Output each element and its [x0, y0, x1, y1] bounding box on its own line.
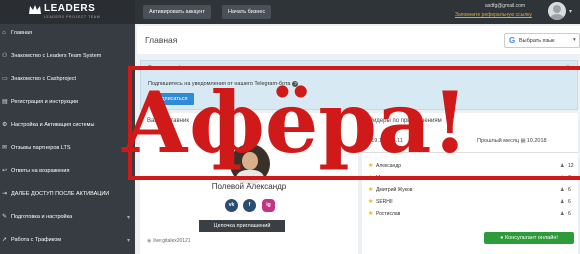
invitation-chain-button[interactable]: Цепочка приглашений — [199, 220, 285, 232]
activate-account-button[interactable]: Активировать аккаунт — [143, 5, 211, 19]
logo-crown-icon — [29, 5, 41, 14]
google-icon: G — [509, 36, 516, 45]
sidebar-item-label: Работа с Трафиком — [11, 237, 62, 243]
sidebar-item-label: Знакомство с Leaders Team System — [11, 53, 102, 59]
top-bar: LEADERS LEADERS PROJECT TEAM Активироват… — [0, 0, 580, 24]
chevron-down-icon: ▾ — [127, 215, 131, 221]
leader-count: 6 — [568, 187, 571, 193]
lock-icon: ⇥ — [2, 191, 8, 197]
star-icon: ★ — [368, 211, 374, 217]
leader-row: ★ Дмитрий Жуков ♟ 6 — [362, 185, 578, 196]
sidebar-item-locked-access[interactable]: ⇥ ДАЛЕЕ ДОСТУП ПОСЛЕ АКТИВАЦИИ — [0, 185, 135, 205]
user-email: asdfg@gmail.com — [485, 3, 526, 9]
mentor-name: Полевой Александр — [211, 182, 287, 191]
star-icon: ★ — [368, 199, 374, 205]
sidebar-item-lts[interactable]: ⚇ Знакомство с Leaders Team System — [0, 47, 135, 67]
chevron-down-icon: ▾ — [573, 37, 576, 43]
online-consultant-button[interactable]: ● Консультант онлайн! — [484, 232, 574, 244]
start-business-button[interactable]: Начать бизнес — [222, 5, 272, 19]
leader-name: Ростислав — [376, 211, 401, 217]
referral-link[interactable]: Запомните реферальную ссылку — [455, 12, 532, 18]
leader-row: ★ Ростислав ♟ 6 — [362, 209, 578, 220]
fraud-stamp-text: Афёра! — [120, 73, 469, 172]
leader-name: Дмитрий Жуков — [376, 187, 413, 193]
logo-subtitle: LEADERS PROJECT TEAM — [44, 15, 101, 19]
facebook-icon[interactable]: f — [243, 199, 256, 212]
leader-count: 6 — [568, 211, 571, 217]
leader-count: 6 — [568, 199, 571, 205]
sidebar-item-label: ДАЛЕЕ ДОСТУП ПОСЛЕ АКТИВАЦИИ — [11, 191, 110, 197]
arrow-icon: ➚ — [2, 237, 8, 243]
chevron-down-icon: ▾ — [127, 238, 131, 244]
skype-handle: live:gitalex20121 — [153, 238, 191, 244]
star-icon: ★ — [368, 187, 374, 193]
home-icon: ⌂ — [2, 30, 6, 36]
wrench-icon: ✎ — [2, 214, 8, 220]
avatar[interactable] — [548, 2, 566, 20]
language-select-label: Выбрать язык — [519, 38, 555, 44]
vk-icon[interactable]: vk — [225, 199, 238, 212]
person-icon: ♟ — [560, 199, 565, 205]
sidebar-item-home[interactable]: ⌂ Главная — [0, 24, 135, 44]
page-header: Главная G Выбрать язык ▾ — [137, 26, 580, 54]
skype-link[interactable]: ◉ live:gitalex20121 — [147, 238, 191, 244]
users-icon: ⚇ — [2, 53, 8, 59]
sidebar-item-preparation[interactable]: ✎ Подготовка и настройка ▾ — [0, 208, 135, 228]
page-title: Главная — [145, 35, 178, 45]
person-icon: ♟ — [560, 211, 565, 217]
instagram-icon[interactable]: ig — [262, 199, 275, 212]
sidebar-item-traffic[interactable]: ➚ Работа с Трафиком ▾ — [0, 231, 135, 251]
skype-icon: ◉ — [147, 238, 152, 244]
sidebar-item-label: Главная — [11, 30, 32, 36]
language-select[interactable]: G Выбрать язык ▾ — [504, 33, 580, 48]
person-icon: ♟ — [560, 187, 565, 193]
consult-label: Консультант онлайн! — [504, 235, 558, 241]
logo[interactable]: LEADERS LEADERS PROJECT TEAM — [0, 0, 135, 24]
leader-name: SERHII — [376, 199, 393, 205]
chevron-down-icon[interactable]: ▾ — [569, 8, 572, 15]
sidebar-item-label: Подготовка и настройка — [11, 214, 73, 220]
leader-row: ★ SERHII ♟ 6 — [362, 197, 578, 208]
logo-text: LEADERS — [44, 3, 96, 14]
